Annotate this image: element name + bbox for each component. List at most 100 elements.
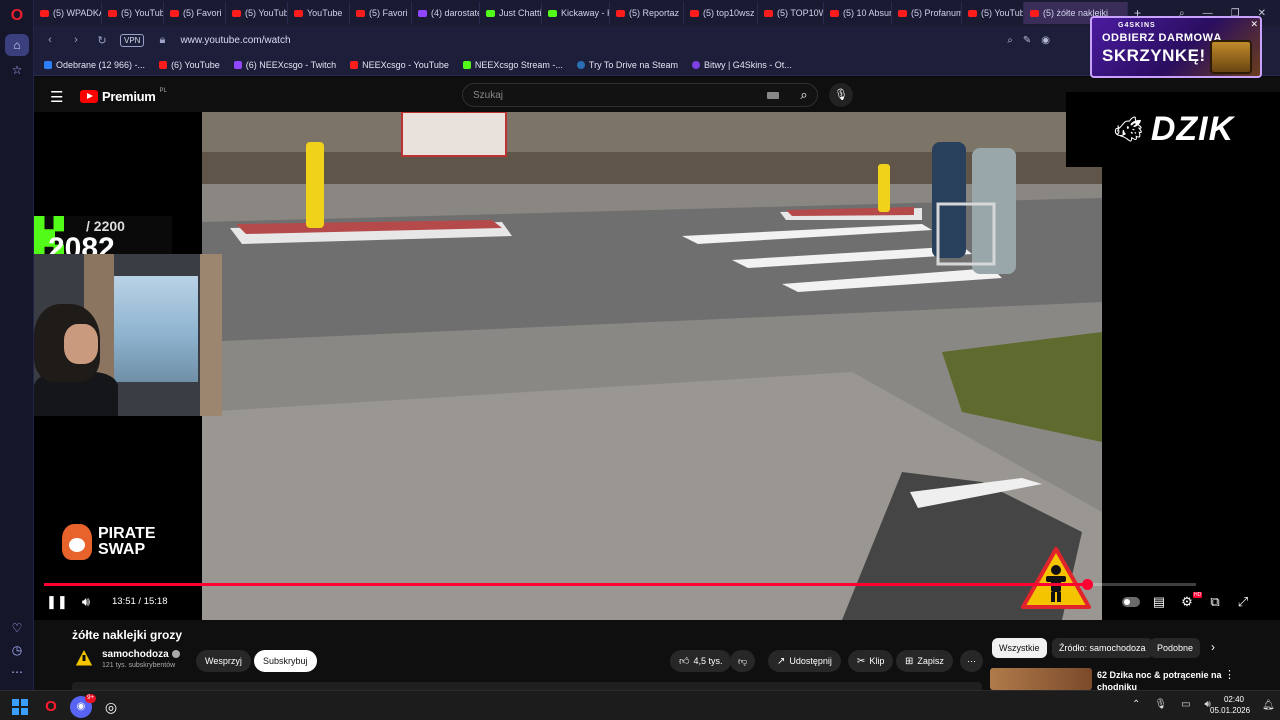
browser-tab[interactable]: Just Chatting: [480, 2, 542, 24]
bookmark-item[interactable]: NEEXcsgo Stream -...: [462, 60, 563, 70]
browser-tab[interactable]: (5) Profanum: [892, 2, 962, 24]
dzik-wordmark: DZIK: [1150, 110, 1235, 148]
url-field[interactable]: www.youtube.com/watch: [180, 35, 290, 46]
keyboard-icon[interactable]: [767, 92, 779, 99]
browser-tab[interactable]: YouTube: [288, 2, 350, 24]
browser-tab[interactable]: (5) 10 Absur: [824, 2, 892, 24]
bookmark-item[interactable]: Bitwy | G4Skins - Ot...: [691, 60, 792, 70]
history-icon[interactable]: ◷: [9, 642, 25, 658]
recommended-thumbnail[interactable]: [990, 668, 1092, 690]
time-total: 15:18: [143, 596, 168, 607]
kk-bookmark-icon: [462, 60, 471, 69]
subtitles-icon[interactable]: ▤: [1150, 590, 1168, 614]
browser-tab[interactable]: (5) TOP10W: [758, 2, 824, 24]
yt-bookmark-icon: [350, 60, 359, 69]
channel-avatar[interactable]: [74, 648, 94, 668]
bookmark-item[interactable]: (6) YouTube: [159, 60, 220, 70]
video-player[interactable]: 🐗︎ DZIK / 2200 2082 PIRATE SWAP ❚❚ 🔊︎ 13…: [34, 92, 1280, 620]
share-label: Udostępnij: [789, 656, 832, 666]
bookmark-item[interactable]: Try To Drive na Steam: [576, 60, 678, 70]
home-icon[interactable]: ⌂: [5, 34, 29, 56]
vpn-badge[interactable]: VPN: [120, 33, 145, 47]
browser-tab[interactable]: (5) YouTube: [226, 2, 288, 24]
save-button[interactable]: ⊞ Zapisz: [896, 650, 953, 672]
like-button[interactable]: 👍︎ 4,5 tys.: [670, 650, 732, 672]
recommended-menu-icon[interactable]: ⋮: [1224, 668, 1235, 681]
twitch-icon: [418, 9, 427, 17]
video-info: żółte naklejki grozy samochodoza 121 tys…: [34, 620, 1280, 692]
more-actions-button[interactable]: ⋯: [960, 650, 983, 672]
network-icon[interactable]: ▭: [1181, 699, 1190, 710]
chips-next-icon[interactable]: ›: [1211, 640, 1215, 654]
opera-taskbar-icon[interactable]: O: [40, 696, 62, 718]
star-icon[interactable]: ☆: [9, 62, 25, 78]
reload-icon[interactable]: ↻: [94, 34, 110, 47]
dislike-button[interactable]: 👎︎: [730, 650, 756, 672]
notifications-icon[interactable]: 🔔︎: [1262, 700, 1275, 711]
promo-close-icon[interactable]: ✕: [1250, 19, 1258, 30]
obs-taskbar-icon[interactable]: ◎: [100, 696, 122, 718]
youtube-icon: [170, 9, 179, 17]
like-icon: 👍︎: [679, 656, 690, 667]
edit-icon[interactable]: ✎: [1023, 35, 1031, 46]
progress-bar[interactable]: [44, 579, 1196, 590]
search-input[interactable]: [473, 84, 763, 106]
progress-fill: [44, 583, 1087, 586]
browser-tab[interactable]: (5) YouTube: [962, 2, 1024, 24]
browser-tab[interactable]: (5) WPADKA: [34, 2, 102, 24]
miniplayer-icon[interactable]: ⧉: [1206, 590, 1224, 614]
browser-tab[interactable]: (4) darostate: [412, 2, 480, 24]
share-button[interactable]: ↗ Udostępnij: [768, 650, 841, 672]
g4skins-promo-banner[interactable]: G4SKINS ODBIERZ DARMOWĄ SKRZYNKĘ! ✕: [1090, 16, 1262, 78]
camera-icon[interactable]: ◉: [1041, 35, 1050, 46]
clock-date: 05.01.2026: [1210, 706, 1251, 715]
fullscreen-icon[interactable]: ⤢: [1234, 590, 1252, 614]
youtube-icon: [690, 9, 699, 17]
youtube-play-icon: [80, 90, 98, 103]
chip-all[interactable]: Wszystkie: [992, 638, 1047, 658]
back-icon[interactable]: ‹: [42, 34, 58, 46]
browser-tab[interactable]: Kickaway - K: [542, 2, 610, 24]
browser-tab[interactable]: (5) top10wsz: [684, 2, 758, 24]
system-tray: ⌃ 🎙︎ ▭ 🔊︎: [1132, 699, 1211, 710]
heart-icon[interactable]: ♡: [9, 620, 25, 636]
opera-logo-icon[interactable]: O: [9, 8, 25, 24]
save-label: Zapisz: [917, 656, 944, 666]
pause-icon[interactable]: ❚❚: [46, 590, 68, 614]
start-button[interactable]: [12, 699, 28, 715]
browser-tab[interactable]: (5) Reportaz: [610, 2, 684, 24]
video-frame[interactable]: [202, 112, 1102, 620]
more-icon[interactable]: ⋯: [9, 664, 25, 680]
mic-icon[interactable]: 🎙︎: [829, 83, 853, 107]
subscribe-button[interactable]: Subskrybuj: [254, 650, 317, 672]
lock-icon[interactable]: 🔒︎: [154, 34, 170, 47]
channel-name[interactable]: samochodoza: [102, 649, 180, 660]
browser-tab[interactable]: (5) YouTube: [102, 2, 164, 24]
bookmark-item[interactable]: (6) NEEXcsgo - Twitch: [233, 60, 336, 70]
volume-icon[interactable]: 🔊︎: [76, 590, 96, 614]
discord-taskbar-icon[interactable]: ◉ 9+: [70, 694, 96, 718]
webcam-person-face: [64, 324, 98, 364]
st-bookmark-icon: [576, 60, 585, 69]
find-icon[interactable]: ⌕: [1007, 35, 1013, 46]
youtube-icon: [232, 9, 241, 17]
mic-tray-icon[interactable]: 🎙︎: [1154, 699, 1167, 710]
chip-source[interactable]: Źródło: samochodoza: [1052, 638, 1153, 658]
screen: O ⌂ ☆ ♡ ◷ ⋯ (5) WPADKA (5) YouTube (5) Fav…: [0, 0, 1280, 720]
support-button[interactable]: Wesprzyj: [196, 650, 251, 672]
tray-overflow-icon[interactable]: ⌃: [1132, 699, 1140, 710]
browser-tab[interactable]: (5) Favori: [164, 2, 226, 24]
chip-similar[interactable]: Podobne: [1150, 638, 1201, 658]
yt-bookmark-icon: [159, 60, 168, 69]
clip-button[interactable]: ✂ Klip: [848, 650, 894, 672]
browser-tab[interactable]: (5) Favori: [350, 2, 412, 24]
bookmark-item[interactable]: Odebrane (12 966) -...: [44, 60, 145, 70]
autoplay-toggle[interactable]: [1122, 597, 1140, 607]
forward-icon[interactable]: ›: [68, 34, 84, 46]
menu-icon[interactable]: ☰: [50, 88, 63, 106]
clock[interactable]: 02:40 05.01.2026: [1210, 694, 1251, 716]
progress-scrubber[interactable]: [1081, 579, 1093, 590]
bookmark-item[interactable]: NEEXcsgo - YouTube: [350, 60, 449, 70]
youtube-premium-logo[interactable]: Premium PL: [80, 88, 167, 104]
search-icon[interactable]: ⌕: [789, 84, 819, 106]
